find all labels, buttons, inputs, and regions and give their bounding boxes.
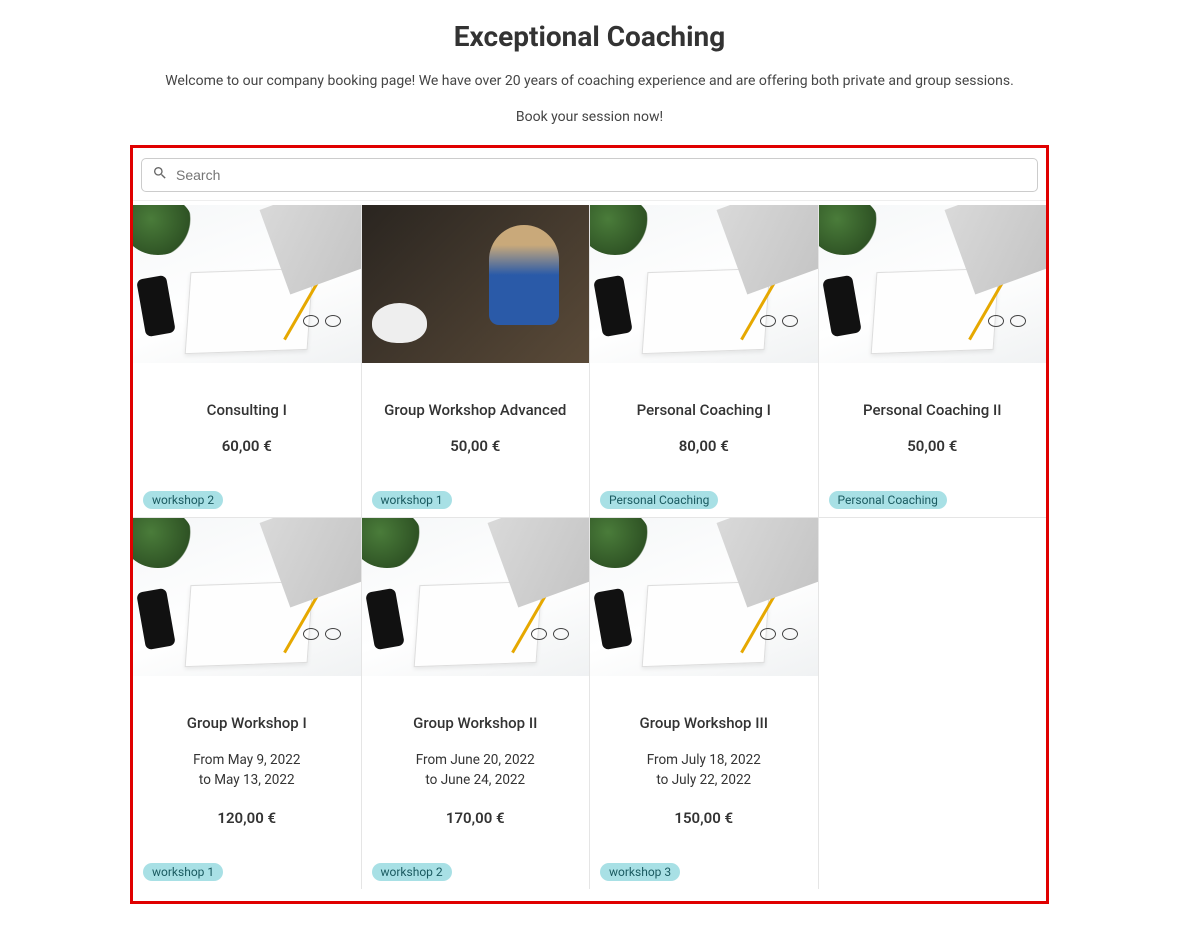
page-title: Exceptional Coaching <box>0 20 1179 53</box>
service-price: 60,00 € <box>143 437 351 455</box>
service-tag[interactable]: workshop 2 <box>143 491 223 509</box>
service-price: 170,00 € <box>372 809 580 827</box>
service-card[interactable]: Personal Coaching II 50,00 € Personal Coac… <box>819 205 1047 517</box>
service-title: Group Workshop II <box>372 714 580 732</box>
search-icon <box>152 165 176 185</box>
service-thumbnail <box>819 205 1047 363</box>
service-tag[interactable]: Personal Coaching <box>600 491 718 509</box>
service-thumbnail <box>590 205 818 363</box>
service-thumbnail <box>590 518 818 676</box>
service-title: Consulting I <box>143 401 351 419</box>
services-panel: Consulting I60,00 €workshop 2Group Works… <box>130 145 1049 904</box>
service-title: Personal Coaching I <box>600 401 808 419</box>
service-card[interactable]: Consulting I 60,00 € workshop 2 <box>133 205 361 517</box>
service-card[interactable]: Personal Coaching I 80,00 € Personal Coach… <box>590 205 818 517</box>
service-card[interactable]: Group Workshop Advanced 50,00 € workshop 1 <box>362 205 590 517</box>
service-card[interactable]: Group Workshop I From May 9, 2022to May 1… <box>133 518 361 889</box>
service-dates: From May 9, 2022to May 13, 2022 <box>143 750 351 791</box>
service-price: 150,00 € <box>600 809 808 827</box>
service-tag[interactable]: workshop 1 <box>372 491 452 509</box>
service-tag[interactable]: workshop 1 <box>143 863 223 881</box>
service-thumbnail <box>133 518 361 676</box>
service-card[interactable]: Group Workshop III From July 18, 2022to J… <box>590 518 818 889</box>
service-title: Group Workshop III <box>600 714 808 732</box>
intro-text: Welcome to our company booking page! We … <box>0 73 1179 89</box>
service-tag[interactable]: Personal Coaching <box>829 491 947 509</box>
search-field[interactable] <box>141 158 1038 192</box>
service-tag[interactable]: workshop 3 <box>600 863 680 881</box>
search-input[interactable] <box>176 167 1027 183</box>
service-price: 80,00 € <box>600 437 808 455</box>
service-price: 120,00 € <box>143 809 351 827</box>
service-thumbnail <box>133 205 361 363</box>
service-price: 50,00 € <box>372 437 580 455</box>
service-title: Group Workshop Advanced <box>372 401 580 419</box>
service-card[interactable]: Group Workshop II From June 20, 2022to Ju… <box>362 518 590 889</box>
empty-cell <box>819 518 1047 889</box>
service-thumbnail <box>362 205 590 363</box>
service-title: Personal Coaching II <box>829 401 1037 419</box>
cta-text: Book your session now! <box>0 109 1179 125</box>
service-dates: From July 18, 2022to July 22, 2022 <box>600 750 808 791</box>
service-thumbnail <box>362 518 590 676</box>
service-title: Group Workshop I <box>143 714 351 732</box>
service-tag[interactable]: workshop 2 <box>372 863 452 881</box>
service-dates: From June 20, 2022to June 24, 2022 <box>372 750 580 791</box>
service-price: 50,00 € <box>829 437 1037 455</box>
